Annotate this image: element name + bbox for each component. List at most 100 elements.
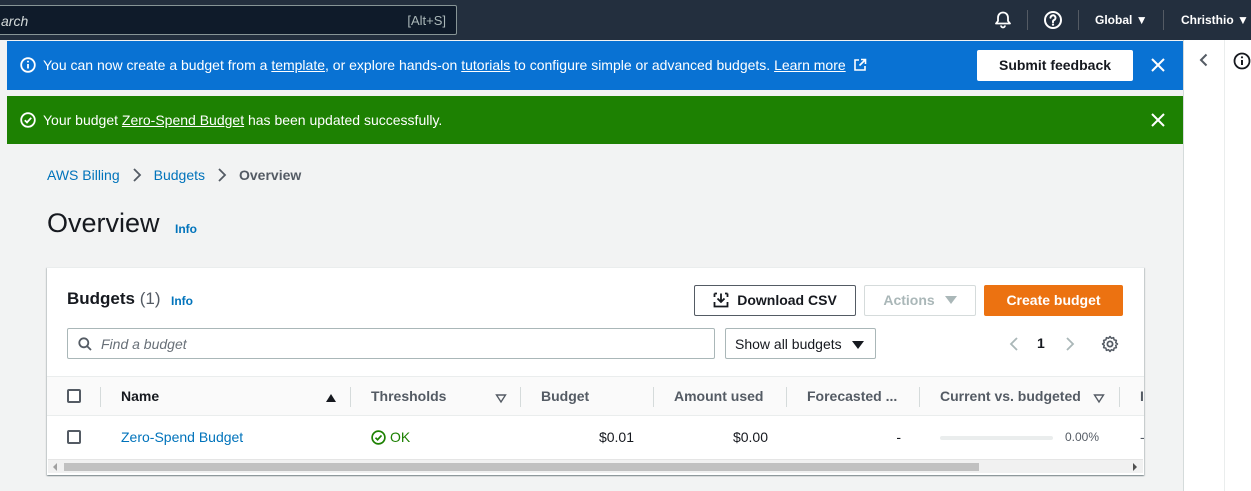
budget-link[interactable]: Zero-Spend Budget (122, 112, 244, 128)
page-info-link[interactable]: Info (175, 222, 197, 236)
column-header-current-vs-budgeted[interactable]: Current vs. budgeted (940, 388, 1081, 404)
account-label: Christhio (1181, 13, 1234, 27)
budgets-heading: Budgets (1) (67, 289, 161, 309)
find-budget-placeholder: Find a budget (101, 336, 187, 352)
search-placeholder: arch (1, 13, 29, 29)
template-link[interactable]: template (271, 57, 325, 73)
budgets-count: (1) (139, 289, 161, 308)
amount-used-cell: $0.00 (732, 429, 768, 445)
download-icon (713, 292, 729, 308)
submit-feedback-button[interactable]: Submit feedback (977, 50, 1133, 81)
caret-down-icon (852, 341, 864, 349)
previous-page-icon[interactable] (1008, 336, 1020, 352)
scroll-left-icon[interactable] (53, 463, 57, 471)
overflow-cell: - (1140, 429, 1144, 445)
forecasted-cell: - (896, 429, 901, 445)
row-checkbox[interactable] (67, 430, 81, 444)
column-header-forecasted[interactable]: Forecasted ... (807, 388, 897, 404)
caret-down-icon: ▼ (1135, 13, 1148, 27)
close-icon[interactable] (1150, 112, 1166, 128)
info-text: to configure simple or advanced budgets. (510, 57, 775, 73)
breadcrumb: AWS Billing Budgets Overview (47, 167, 301, 183)
breadcrumb-budgets[interactable]: Budgets (154, 167, 205, 183)
budgets-info-link[interactable]: Info (171, 294, 193, 308)
actions-dropdown[interactable]: Actions (864, 285, 976, 316)
breadcrumb-aws-billing[interactable]: AWS Billing (47, 167, 120, 183)
sort-icon[interactable] (495, 392, 507, 404)
rail-separator (1224, 40, 1225, 491)
chevron-right-icon (218, 168, 227, 182)
search-shortcut: [Alt+S] (407, 13, 446, 28)
column-header-budget[interactable]: Budget (541, 388, 589, 404)
column-separator (520, 387, 521, 407)
region-selector[interactable]: Global ▼ (1095, 13, 1148, 27)
horizontal-scrollbar[interactable] (48, 459, 1143, 473)
actions-label: Actions (883, 292, 935, 308)
column-header-name[interactable]: Name (121, 388, 159, 404)
success-text: Your budget (43, 112, 122, 128)
budget-name-cell: Zero-Spend Budget (121, 429, 243, 445)
budgets-title: Budgets (67, 289, 135, 308)
column-header-thresholds[interactable]: Thresholds (371, 388, 446, 404)
breadcrumb-overview: Overview (239, 167, 302, 183)
info-text: You can now create a budget from a (43, 57, 272, 73)
region-label: Global (1095, 13, 1133, 27)
thresholds-status: OK (390, 429, 411, 445)
budgets-table-container: Budgets (1) Info Download CSV Actions Cr… (47, 267, 1144, 475)
find-budget-input[interactable]: Find a budget (67, 328, 715, 359)
check-circle-icon (20, 112, 36, 128)
help-icon[interactable] (1043, 10, 1063, 30)
column-separator (1119, 387, 1120, 407)
select-all-checkbox[interactable] (67, 389, 81, 403)
column-header-overflow[interactable]: I (1140, 388, 1144, 404)
usage-progress-bar (940, 436, 1053, 440)
caret-down-icon: ▼ (1237, 13, 1249, 27)
external-link-icon (853, 58, 866, 71)
learn-more-link[interactable]: Learn more (774, 57, 846, 73)
search-icon (78, 337, 92, 351)
usage-percentage: 0.00% (1065, 430, 1100, 444)
next-page-icon[interactable] (1064, 336, 1076, 352)
page-number[interactable]: 1 (1037, 335, 1045, 351)
column-separator (919, 387, 920, 407)
column-separator (786, 387, 787, 407)
caret-down-icon (944, 296, 957, 304)
search-input[interactable]: arch [Alt+S] (0, 5, 457, 35)
nav-separator (1027, 10, 1028, 30)
bell-icon[interactable] (993, 10, 1013, 30)
column-header-amount-used[interactable]: Amount used (674, 388, 763, 404)
account-menu[interactable]: Christhio ▼ (1181, 13, 1249, 27)
info-text: , or explore hands-on (325, 57, 462, 73)
column-separator (100, 387, 101, 407)
close-icon[interactable] (1150, 57, 1166, 73)
table-row: Zero-Spend Budget OK $0.01 $0.00 - 0.00%… (47, 417, 1144, 457)
page-title: Overview (47, 208, 160, 238)
info-icon (20, 57, 36, 73)
chevron-left-icon[interactable] (1197, 53, 1211, 67)
info-flash-message: You can now create a budget from a templ… (43, 57, 867, 73)
budget-amount-cell: $0.01 (598, 429, 634, 445)
budget-name-link[interactable]: Zero-Spend Budget (121, 429, 243, 445)
tutorials-link[interactable]: tutorials (461, 57, 510, 73)
success-flash-message: Your budget Zero-Spend Budget has been u… (43, 112, 442, 128)
sort-icon[interactable] (1093, 392, 1105, 404)
info-panel-icon[interactable] (1233, 52, 1251, 70)
chevron-right-icon (132, 168, 141, 182)
create-budget-button[interactable]: Create budget (984, 285, 1123, 316)
sort-ascending-icon[interactable] (325, 392, 337, 404)
side-panel-rail (1184, 40, 1251, 491)
scroll-right-icon[interactable] (1133, 463, 1137, 471)
scrollbar-thumb[interactable] (64, 463, 979, 471)
gear-icon[interactable] (1101, 335, 1119, 353)
nav-separator (1078, 10, 1079, 30)
budget-filter-select[interactable]: Show all budgets (725, 328, 876, 359)
filter-value: Show all budgets (735, 336, 842, 352)
success-flashbar: Your budget Zero-Spend Budget has been u… (7, 96, 1183, 144)
download-csv-label: Download CSV (737, 292, 837, 308)
success-text: has been updated successfully. (244, 112, 443, 128)
column-separator (653, 387, 654, 407)
thresholds-cell: OK (371, 429, 410, 445)
top-navigation: arch [Alt+S] Global ▼ Christhio ▼ (0, 0, 1251, 40)
check-circle-icon (371, 430, 386, 445)
download-csv-button[interactable]: Download CSV (694, 285, 856, 316)
